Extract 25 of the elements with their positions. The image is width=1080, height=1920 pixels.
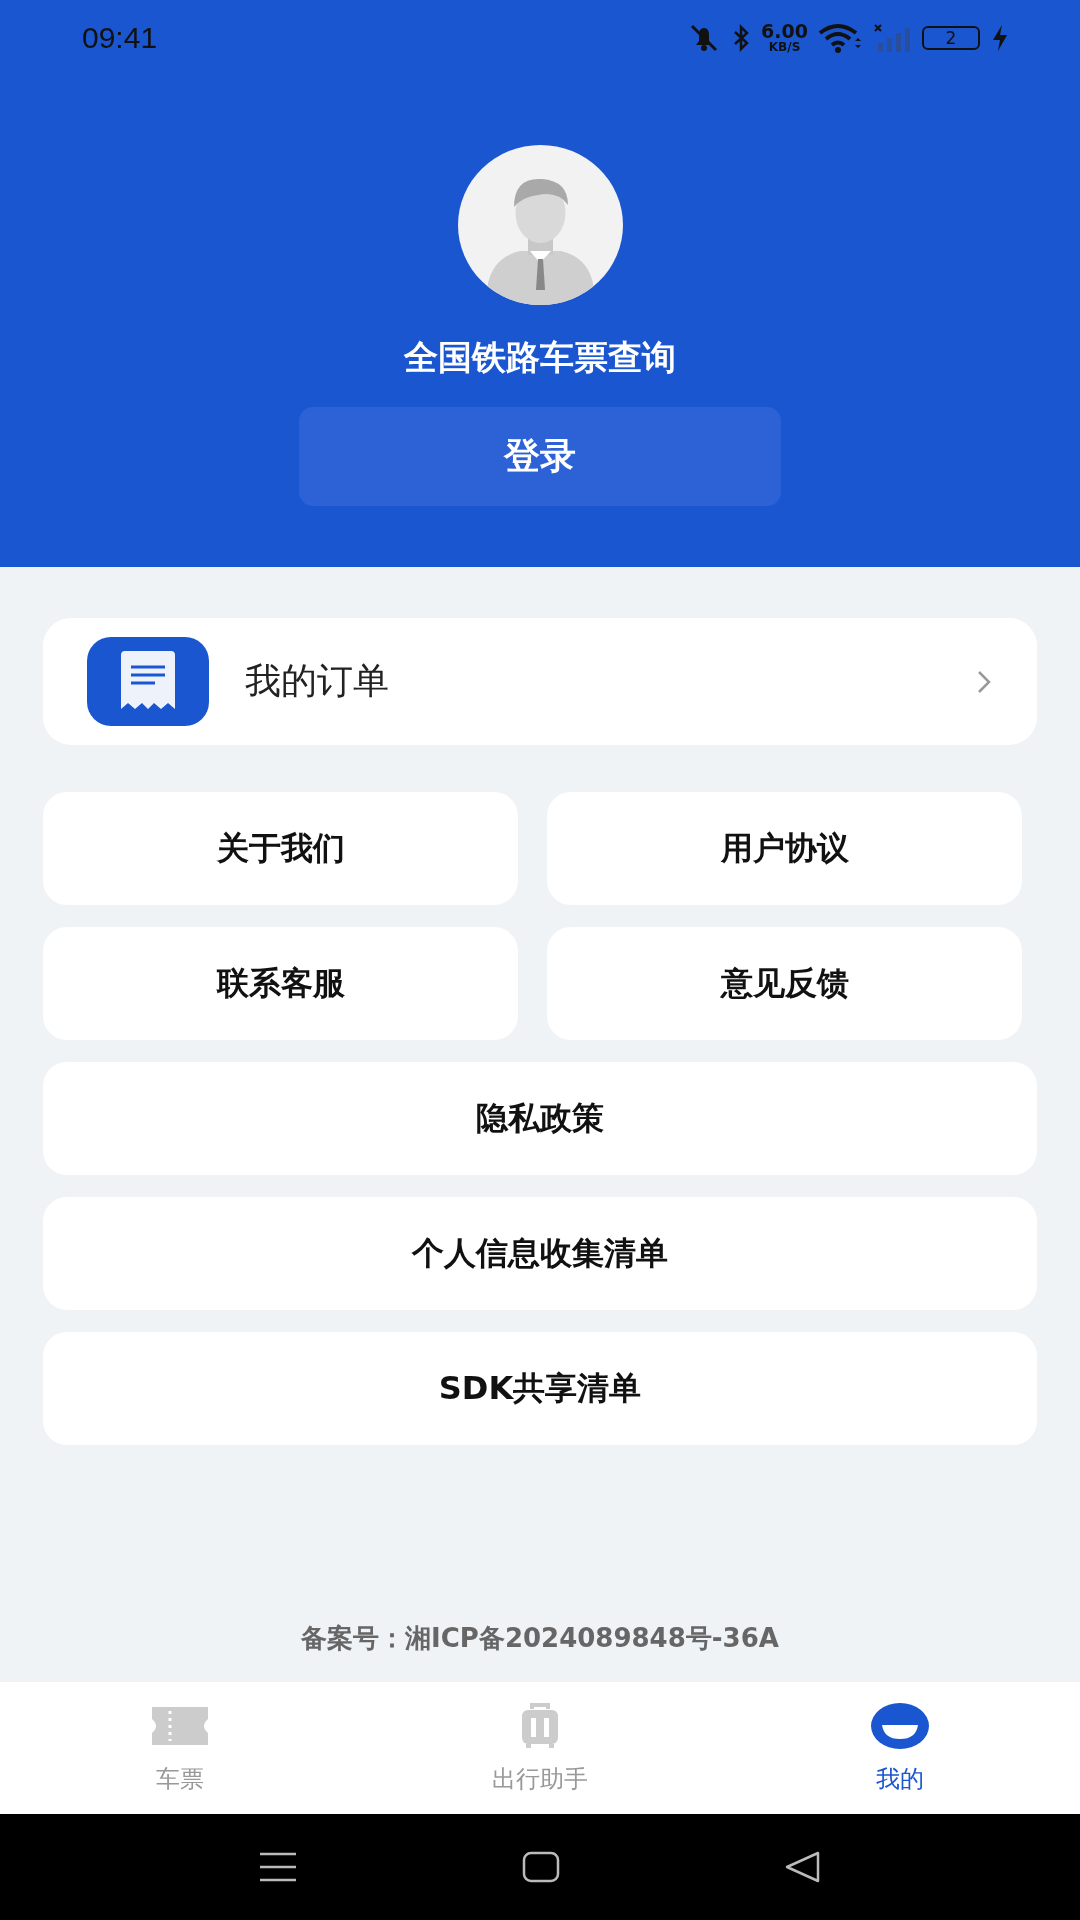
avatar-icon xyxy=(457,145,623,305)
menu-button[interactable]: 用户协议 xyxy=(547,792,1022,905)
my-orders-label: 我的订单 xyxy=(245,659,390,703)
receipt-icon xyxy=(87,637,209,726)
network-speed-unit: KB/S xyxy=(768,41,801,53)
tab-item[interactable]: 我的 xyxy=(720,1682,1080,1814)
wifi-icon xyxy=(818,22,862,53)
icp-record-text: 备案号：湘ICP备2024089848号-36A xyxy=(300,1622,780,1655)
login-button[interactable]: 登录 xyxy=(299,407,781,506)
battery-level: 2 xyxy=(945,27,957,48)
menu-button[interactable]: 个人信息收集清单 xyxy=(43,1197,1037,1310)
status-time: 09:41 xyxy=(82,20,158,55)
menu-button[interactable]: SDK共享清单 xyxy=(43,1332,1037,1445)
menu-button[interactable]: 关于我们 xyxy=(43,792,518,905)
app-title: 全国铁路车票查询 xyxy=(404,336,676,379)
menu-button[interactable]: 意见反馈 xyxy=(547,927,1022,1040)
home-icon[interactable] xyxy=(522,1851,560,1883)
network-speed: 6.00 xyxy=(761,22,808,41)
my-orders-row[interactable]: 我的订单 xyxy=(43,618,1037,745)
signal-icon xyxy=(872,22,912,53)
chevron-right-icon xyxy=(976,668,992,695)
menu-button[interactable]: 联系客服 xyxy=(43,927,518,1040)
menu-icon[interactable] xyxy=(258,1851,298,1883)
menu-button[interactable]: 隐私政策 xyxy=(43,1062,1037,1175)
back-icon[interactable] xyxy=(784,1851,822,1883)
